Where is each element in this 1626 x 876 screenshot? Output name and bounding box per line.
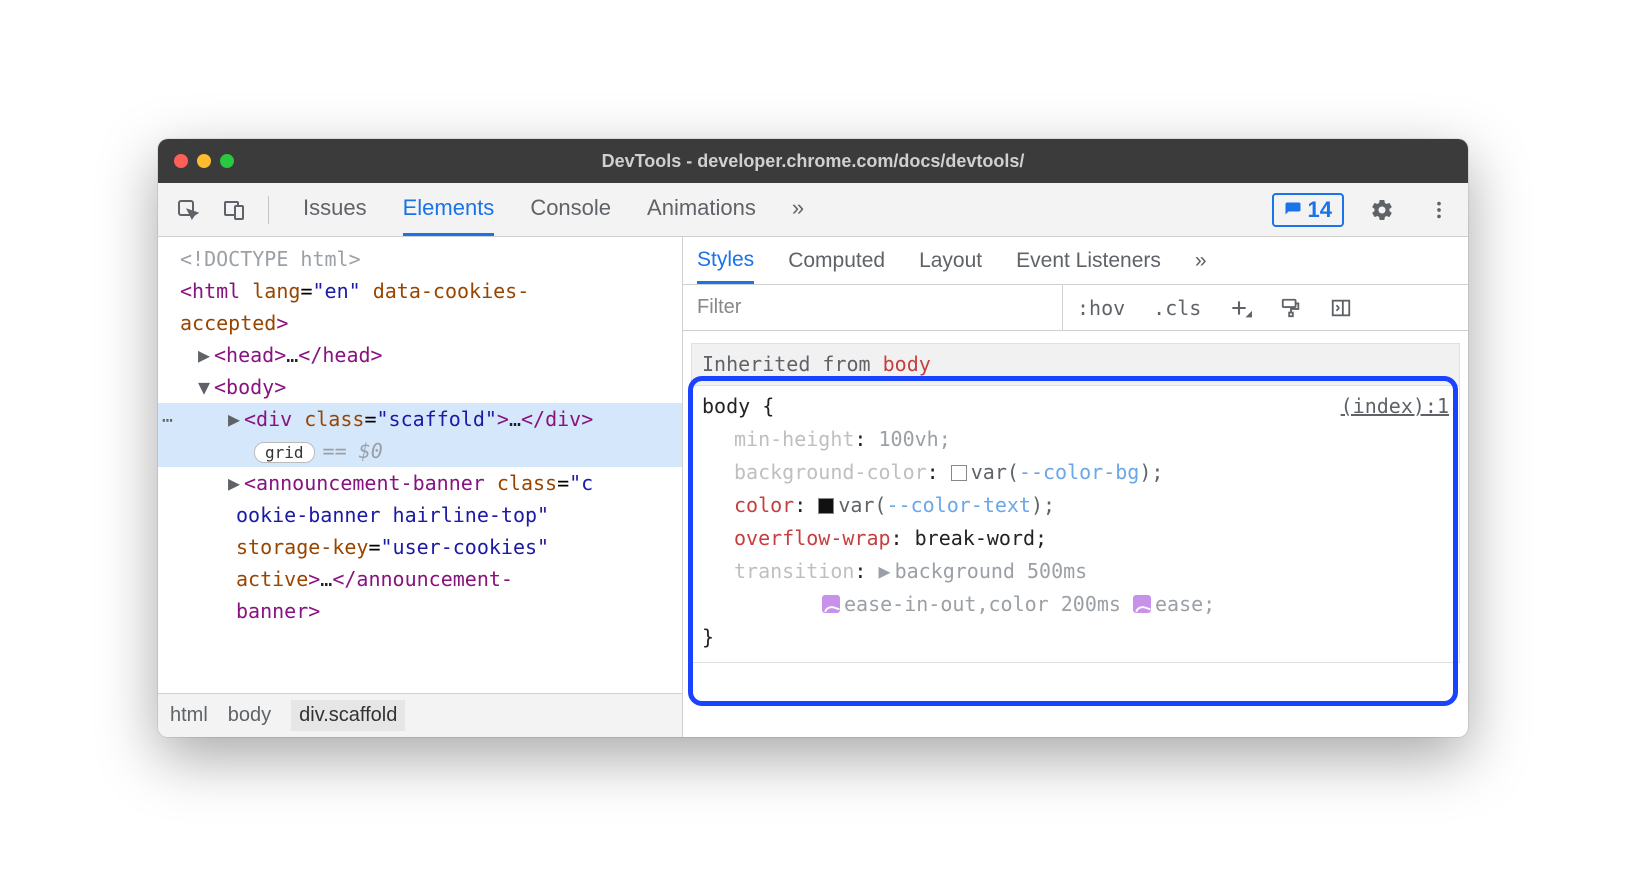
paint-icon[interactable] (1266, 285, 1316, 330)
prop-min-height[interactable]: min-height: 100vh; (702, 423, 1449, 456)
color-swatch-icon[interactable] (818, 498, 834, 514)
styles-filter-input[interactable] (683, 285, 1063, 330)
hov-button[interactable]: :hov (1063, 285, 1139, 330)
rule-source-link[interactable]: (index):1 (1341, 390, 1449, 423)
color-swatch-icon[interactable] (951, 465, 967, 481)
tab-console[interactable]: Console (530, 183, 611, 236)
toggle-sidebar-icon[interactable] (1316, 285, 1366, 330)
stab-styles[interactable]: Styles (697, 238, 754, 284)
tab-animations[interactable]: Animations (647, 183, 756, 236)
dom-banner-l3[interactable]: storage-key="user-cookies" (158, 531, 682, 563)
dom-selected-node[interactable]: ⋯ ▶<div class="scaffold">…</div> (158, 403, 682, 435)
dom-tree[interactable]: <!DOCTYPE html> <html lang="en" data-coo… (158, 237, 682, 693)
prop-overflow-wrap[interactable]: overflow-wrap: break-word; (702, 522, 1449, 555)
dom-body[interactable]: ▼<body> (158, 371, 682, 403)
device-toggle-icon[interactable] (214, 192, 254, 228)
devtools-window: DevTools - developer.chrome.com/docs/dev… (158, 139, 1468, 737)
tab-elements[interactable]: Elements (403, 183, 495, 236)
dom-banner-l4[interactable]: active>…</announcement- (158, 563, 682, 595)
prev-rule-tail (683, 331, 1468, 335)
new-style-rule-icon[interactable]: ◢ (1215, 285, 1266, 330)
issues-badge[interactable]: 14 (1272, 193, 1344, 227)
dom-banner-l5[interactable]: banner> (158, 595, 682, 627)
content-area: <!DOCTYPE html> <html lang="en" data-coo… (158, 237, 1468, 737)
crumb-selected[interactable]: div.scaffold (291, 700, 405, 731)
rule-selector[interactable]: body { (702, 390, 774, 423)
styles-toolbar: :hov .cls ◢ (683, 285, 1468, 331)
zoom-icon[interactable] (220, 154, 234, 168)
styles-tabs: Styles Computed Layout Event Listeners » (683, 237, 1468, 285)
window-title: DevTools - developer.chrome.com/docs/dev… (158, 151, 1468, 172)
dom-html[interactable]: <html lang="en" data-cookies- (158, 275, 682, 307)
main-tabs: Issues Elements Console Animations » (303, 183, 804, 236)
tabs-overflow-icon[interactable]: » (792, 183, 804, 236)
settings-icon[interactable] (1362, 192, 1402, 228)
inherited-selector: body (883, 352, 931, 376)
rule-close: } (702, 621, 1449, 654)
stab-layout[interactable]: Layout (919, 239, 982, 283)
stabs-overflow-icon[interactable]: » (1195, 239, 1207, 283)
bezier-icon[interactable] (822, 595, 840, 613)
breadcrumb: html body div.scaffold (158, 693, 682, 737)
minimize-icon[interactable] (197, 154, 211, 168)
titlebar: DevTools - developer.chrome.com/docs/dev… (158, 139, 1468, 183)
crumb-html[interactable]: html (170, 704, 208, 727)
prop-transition[interactable]: transition: ▶background 500ms (702, 555, 1449, 588)
close-icon[interactable] (174, 154, 188, 168)
inherited-header: Inherited from body (691, 343, 1460, 385)
eq0-marker: == $0 (323, 439, 383, 463)
inspect-icon[interactable] (168, 192, 208, 228)
dom-html-cont[interactable]: accepted> (158, 307, 682, 339)
dom-selected-meta[interactable]: grid == $0 (158, 435, 682, 467)
dom-banner-l2[interactable]: ookie-banner hairline-top" (158, 499, 682, 531)
kebab-menu-icon[interactable] (1420, 193, 1458, 227)
stab-eventlisteners[interactable]: Event Listeners (1016, 239, 1161, 283)
main-toolbar: Issues Elements Console Animations » 14 (158, 183, 1468, 237)
rule-body[interactable]: body { (index):1 min-height: 100vh; back… (691, 385, 1460, 663)
prop-background-color[interactable]: background-color: var(--color-bg); (702, 456, 1449, 489)
bezier-icon[interactable] (1133, 595, 1151, 613)
stab-computed[interactable]: Computed (788, 239, 885, 283)
traffic-lights (174, 154, 234, 168)
prop-transition-cont[interactable]: ease-in-out,color 200ms ease; (702, 588, 1449, 621)
divider (268, 196, 269, 224)
style-rule-block: Inherited from body body { (index):1 min… (691, 343, 1460, 663)
tab-issues[interactable]: Issues (303, 183, 367, 236)
issues-count: 14 (1308, 197, 1332, 223)
dom-doctype[interactable]: <!DOCTYPE html> (158, 243, 682, 275)
elements-pane: <!DOCTYPE html> <html lang="en" data-coo… (158, 237, 683, 737)
grid-badge[interactable]: grid (254, 442, 315, 463)
cls-button[interactable]: .cls (1139, 285, 1215, 330)
dom-head[interactable]: ▶<head>…</head> (158, 339, 682, 371)
crumb-body[interactable]: body (228, 704, 271, 727)
styles-pane: Styles Computed Layout Event Listeners »… (683, 237, 1468, 737)
dom-banner[interactable]: ▶<announcement-banner class="c (158, 467, 682, 499)
prop-color[interactable]: color: var(--color-text); (702, 489, 1449, 522)
inherited-label: Inherited from (702, 352, 883, 376)
